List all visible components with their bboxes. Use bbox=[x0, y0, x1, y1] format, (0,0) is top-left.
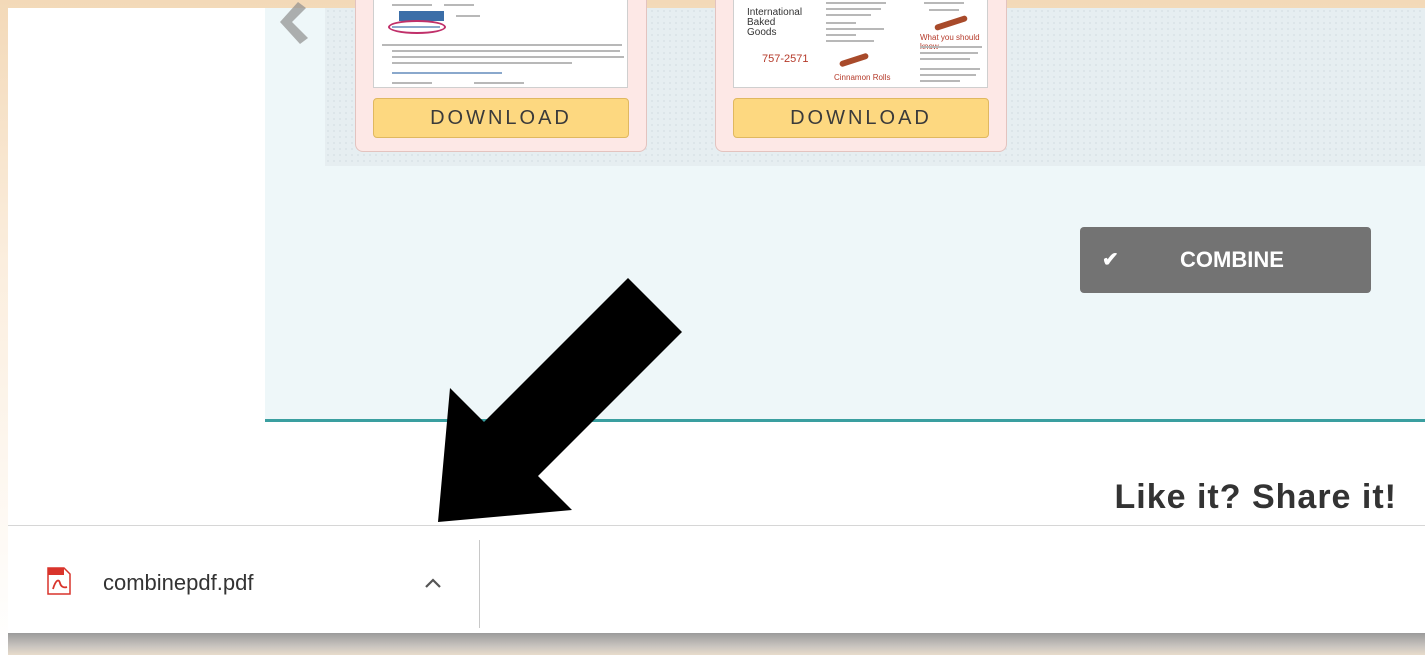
download-button[interactable]: DOWNLOAD bbox=[373, 98, 629, 138]
thumb-question: What you should know bbox=[920, 33, 980, 51]
combine-button-label: COMBINE bbox=[1180, 247, 1284, 272]
thumb-phone: 757-2571 bbox=[762, 53, 809, 65]
pdf-file-icon bbox=[47, 567, 71, 595]
download-bar-divider bbox=[479, 540, 480, 628]
share-heading: Like it? Share it! bbox=[1114, 478, 1397, 516]
thumb-heading: International Baked Goods bbox=[747, 7, 803, 38]
download-button[interactable]: DOWNLOAD bbox=[733, 98, 989, 138]
document-card: International Baked Goods 757-2571 Cinna… bbox=[715, 0, 1007, 152]
document-card: DOWNLOAD bbox=[355, 0, 647, 152]
check-icon: ✔ bbox=[1102, 249, 1119, 271]
browser-download-bar: combinepdf.pdf bbox=[8, 525, 1425, 633]
downloaded-file-item[interactable]: combinepdf.pdf bbox=[8, 526, 480, 634]
downloaded-filename: combinepdf.pdf bbox=[103, 570, 254, 595]
window-bottom-edge bbox=[8, 633, 1425, 655]
thumb-link: Cinnamon Rolls bbox=[834, 73, 891, 82]
document-thumbnail: International Baked Goods 757-2571 Cinna… bbox=[733, 0, 988, 88]
combine-button[interactable]: ✔ COMBINE bbox=[1080, 227, 1371, 293]
chevron-up-icon[interactable] bbox=[418, 568, 448, 598]
annotation-arrow-icon bbox=[438, 278, 682, 522]
document-thumbnail bbox=[373, 0, 628, 88]
scroll-left-chevron-icon[interactable] bbox=[268, 0, 318, 50]
